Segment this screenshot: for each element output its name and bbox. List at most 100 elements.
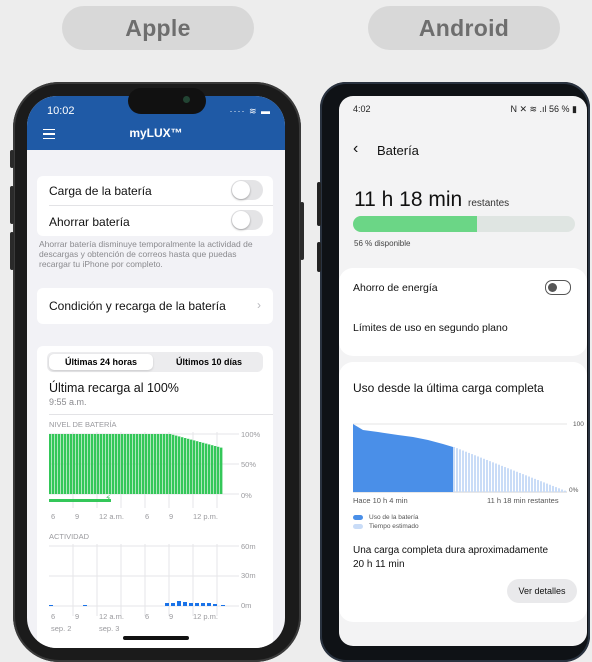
battery-level-bar — [160, 434, 163, 494]
x-axis-label: 6 — [51, 612, 56, 621]
legend-estimated-swatch — [353, 524, 363, 529]
battery-level-bar — [133, 434, 136, 494]
app-title: myLUX™ — [129, 126, 183, 140]
remaining-unit: restantes — [468, 198, 510, 209]
android-screen: 4:02 N ✕ ≋ .ıl 56 % ▮ ‹ Batería 11 h 18 … — [339, 96, 587, 646]
estimated-bar — [558, 488, 560, 492]
battery-level-bar — [205, 443, 208, 494]
save-battery-toggle[interactable] — [231, 210, 263, 230]
tab-last-24-hours[interactable]: Últimas 24 horas — [49, 354, 153, 370]
battery-level-bar — [109, 434, 112, 494]
view-details-button[interactable]: Ver detalles — [507, 579, 577, 603]
estimated-bar — [534, 478, 536, 492]
battery-level-bar — [202, 442, 205, 494]
battery-settings-card: Carga de la batería Ahorrar batería — [37, 176, 273, 236]
estimated-bar — [543, 482, 545, 492]
estimated-bar — [495, 463, 497, 492]
percent-available: 56 % disponible — [354, 239, 411, 248]
battery-level-bar — [220, 447, 223, 494]
date-label-sep-2: sep. 2 — [51, 624, 72, 633]
estimated-bar — [480, 457, 482, 492]
estimated-bar — [507, 468, 509, 492]
battery-level-bar — [211, 445, 214, 494]
battery-level-bar — [103, 434, 106, 494]
charging-indicator — [49, 499, 111, 502]
battery-level-bar — [100, 434, 103, 494]
x-axis-label: 9 — [75, 612, 80, 621]
time-range-segmented-control[interactable]: Últimas 24 horas Últimos 10 días — [47, 352, 263, 372]
battery-level-bar — [187, 438, 190, 494]
battery-level-bar — [70, 434, 73, 494]
apple-label-pill: Apple — [62, 6, 254, 50]
level-tick-50: 50% — [241, 460, 257, 469]
battery-level-bar — [169, 434, 172, 494]
legend-used: Uso de la batería — [369, 514, 419, 521]
battery-level-bar — [73, 434, 76, 494]
battery-level-bar — [97, 434, 100, 494]
status-battery-percent: 56 % — [549, 104, 570, 114]
full-charge-text: Una carga completa dura aproximadamente — [353, 545, 549, 556]
iphone-volume-up — [10, 186, 14, 224]
estimated-bar — [486, 459, 488, 492]
battery-level-bar — [193, 440, 196, 494]
estimated-bar — [471, 454, 473, 492]
battery-level-bar — [76, 434, 79, 494]
activity-bar — [201, 603, 205, 606]
estimated-bar — [540, 481, 542, 492]
chart-x-end: 11 h 18 min restantes — [487, 496, 559, 505]
iphone-volume-down — [10, 232, 14, 270]
save-battery-label: Ahorrar batería — [49, 215, 130, 229]
battery-level-bar — [124, 434, 127, 494]
battery-level-bar — [64, 434, 67, 494]
chart-x-start: Hace 10 h 4 min — [353, 496, 408, 505]
tab-last-10-days[interactable]: Últimos 10 días — [157, 354, 261, 370]
battery-level-bar — [85, 434, 88, 494]
home-indicator — [123, 636, 189, 640]
power-saving-toggle[interactable] — [545, 280, 571, 295]
battery-level-bar — [55, 434, 58, 494]
battery-level-bar — [139, 434, 142, 494]
background-limits-row[interactable]: Límites de uso en segundo plano — [353, 322, 508, 334]
estimated-bar — [456, 448, 458, 492]
battery-level-bar — [94, 434, 97, 494]
status-icons: N ✕ ≋ .ıl 56 % ▮ — [510, 104, 577, 114]
iphone-screen: 10:02 ···· ≋ ▬ myLUX™ Carga de la baterí… — [27, 96, 285, 648]
battery-level-bar — [127, 434, 130, 494]
remaining-value: 11 h 18 min — [354, 188, 463, 211]
battery-level-bar — [52, 434, 55, 494]
battery-level-bar — [214, 446, 217, 494]
battery-level-bar — [157, 434, 160, 494]
battery-level-bar — [145, 434, 148, 494]
power-settings-card: Ahorro de energía Límites de uso en segu… — [339, 268, 587, 356]
estimated-bar — [564, 490, 566, 492]
status-time: 4:02 — [353, 104, 371, 114]
estimated-bar — [468, 452, 470, 492]
activity-bar — [183, 602, 187, 606]
back-arrow-icon[interactable]: ‹ — [353, 140, 358, 158]
battery-charge-toggle[interactable] — [231, 180, 263, 200]
estimated-bar — [516, 471, 518, 492]
activity-bar — [83, 605, 87, 606]
estimated-bar — [561, 489, 563, 492]
estimated-bar — [549, 484, 551, 492]
activity-tick-30m: 30m — [241, 571, 256, 580]
battery-health-row[interactable]: Condición y recarga de la batería › — [37, 288, 273, 324]
activity-bar — [165, 603, 169, 606]
estimated-bar — [474, 455, 476, 492]
x-axis-label: 9 — [169, 612, 174, 621]
battery-level-bar — [79, 434, 82, 494]
estimated-bar — [546, 483, 548, 492]
estimated-bar — [531, 477, 533, 492]
battery-level-bar — [196, 441, 199, 494]
estimated-bar — [489, 461, 491, 492]
battery-charge-label: Carga de la batería — [49, 184, 152, 198]
remaining-time: 11 h 18 min restantes — [354, 188, 509, 212]
battery-level-bar — [112, 434, 115, 494]
iphone-silent-switch — [10, 150, 14, 168]
x-axis-label: 6 — [145, 512, 150, 521]
chart-y-top: 100 — [573, 421, 584, 428]
battery-level-bar — [217, 446, 220, 494]
estimated-bar — [537, 480, 539, 492]
legend-used-swatch — [353, 515, 363, 520]
apple-label: Apple — [125, 14, 191, 41]
